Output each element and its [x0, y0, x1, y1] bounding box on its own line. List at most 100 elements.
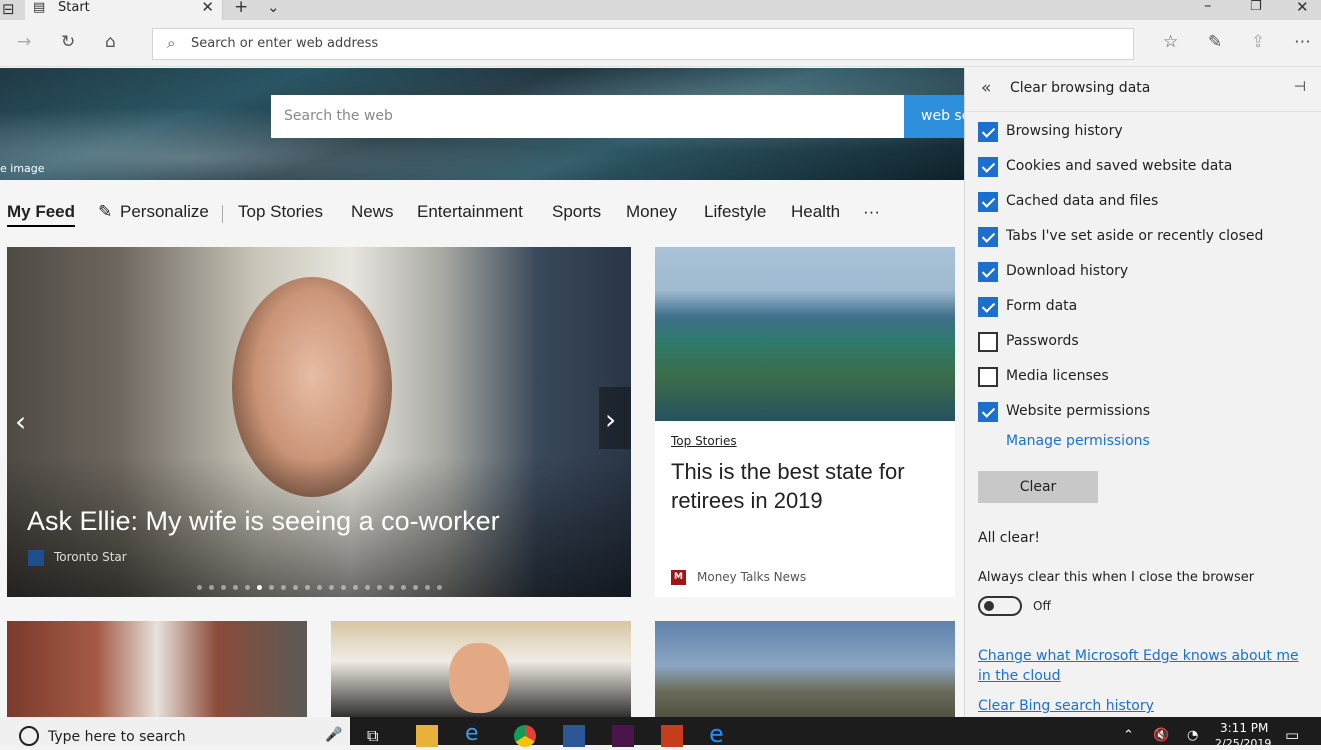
checkbox[interactable] [978, 367, 998, 387]
cloud-privacy-link[interactable]: Change what Microsoft Edge knows about m… [978, 646, 1308, 686]
back-chevron-icon[interactable]: « [981, 78, 991, 98]
file-explorer-icon[interactable] [416, 725, 438, 747]
side-story-title[interactable]: This is the best state for retirees in 2… [671, 457, 941, 515]
checkbox[interactable] [978, 157, 998, 177]
carousel-dot[interactable] [401, 585, 406, 590]
checkbox[interactable] [978, 332, 998, 352]
feed-tab-money[interactable]: Money [626, 202, 677, 222]
microphone-icon[interactable]: 🎤 [325, 727, 342, 743]
edge-icon[interactable]: e [709, 720, 731, 748]
feed-tab-lifestyle[interactable]: Lifestyle [704, 202, 766, 222]
story-thumbnail[interactable] [655, 621, 955, 717]
slack-icon[interactable] [612, 725, 634, 747]
feed-tab-news[interactable]: News [351, 202, 394, 222]
checkbox-label: Cached data and files [1006, 193, 1159, 209]
home-icon[interactable]: ⌂ [105, 32, 116, 52]
show-hidden-icons[interactable]: ⌃ [1123, 728, 1134, 743]
carousel-prev-icon[interactable]: ‹ [15, 405, 26, 438]
carousel-dot[interactable] [389, 585, 394, 590]
panel-title: Clear browsing data [1010, 80, 1151, 96]
pin-icon[interactable]: ⊣ [1294, 79, 1306, 95]
carousel-next-icon[interactable]: › [599, 387, 631, 449]
main-story-headline[interactable]: Ask Ellie: My wife is seeing a co-worker [27, 506, 500, 537]
side-story-category[interactable]: Top Stories [671, 434, 737, 448]
share-icon[interactable]: ⇪ [1251, 32, 1265, 52]
checkbox[interactable] [978, 297, 998, 317]
carousel-dot[interactable] [425, 585, 430, 590]
pen-icon[interactable]: ✎ [1208, 32, 1222, 52]
feed-tab-entertainment[interactable]: Entertainment [417, 202, 523, 222]
carousel-dots[interactable] [197, 575, 449, 594]
feed-more-icon[interactable]: ··· [863, 202, 880, 222]
restore-icon[interactable]: ❐ [1250, 0, 1262, 14]
money-talks-logo: M [671, 570, 686, 585]
feed-tab-health[interactable]: Health [791, 202, 840, 222]
start-page: e image Search the web web se My Feed ✎ … [0, 68, 964, 717]
web-search-input[interactable]: Search the web [271, 95, 904, 138]
carousel-dot[interactable] [305, 585, 310, 590]
clear-bing-history-link[interactable]: Clear Bing search history [978, 698, 1154, 714]
volume-muted-icon[interactable]: 🔇 [1153, 728, 1169, 743]
feed-tab-sports[interactable]: Sports [552, 202, 601, 222]
carousel-dot[interactable] [221, 585, 226, 590]
action-center-icon[interactable]: ▭ [1285, 726, 1299, 744]
carousel-dot[interactable] [245, 585, 250, 590]
carousel-dot[interactable] [317, 585, 322, 590]
carousel-dot[interactable] [281, 585, 286, 590]
carousel-dot[interactable] [329, 585, 334, 590]
carousel-dot[interactable] [197, 585, 202, 590]
clock-date[interactable]: 2/25/2019 [1215, 737, 1271, 750]
checkbox[interactable] [978, 122, 998, 142]
status-text: All clear! [978, 530, 1040, 546]
carousel-dot[interactable] [413, 585, 418, 590]
refresh-icon[interactable]: ↻ [61, 32, 75, 52]
story-thumbnail[interactable] [7, 621, 307, 717]
carousel-dot[interactable] [269, 585, 274, 590]
carousel-dot[interactable] [341, 585, 346, 590]
forward-arrow-icon[interactable]: → [17, 32, 31, 52]
carousel-dot[interactable] [437, 585, 442, 590]
manage-permissions-link[interactable]: Manage permissions [1006, 433, 1150, 449]
tab-start[interactable]: ▤ Start ✕ [25, 0, 223, 20]
clear-button[interactable]: Clear [978, 471, 1098, 503]
side-story-card[interactable]: Top Stories This is the best state for r… [655, 247, 955, 597]
favorites-icon[interactable]: ☆ [1163, 32, 1178, 52]
close-window-icon[interactable]: ✕ [1296, 0, 1309, 16]
carousel-dot[interactable] [365, 585, 370, 590]
tab-preview-chevron-icon[interactable]: ⌄ [267, 0, 280, 16]
feed-tab-my-feed[interactable]: My Feed [7, 202, 76, 227]
word-icon[interactable] [563, 725, 585, 747]
checkbox[interactable] [978, 262, 998, 282]
carousel-dot[interactable] [233, 585, 238, 590]
task-view-icon[interactable]: ⧉ [367, 726, 378, 746]
tab-list-icon[interactable]: ⊟ [2, 0, 15, 18]
internet-explorer-icon[interactable]: e [465, 721, 487, 746]
feed-tab-top-stories[interactable]: Top Stories [238, 202, 323, 222]
checkbox[interactable] [978, 402, 998, 422]
always-clear-toggle[interactable] [978, 596, 1022, 616]
carousel-dot[interactable] [209, 585, 214, 590]
tab-close-icon[interactable]: ✕ [201, 0, 214, 16]
chrome-icon[interactable] [514, 725, 536, 747]
powerpoint-icon[interactable] [661, 725, 683, 747]
hero-caption[interactable]: e image [0, 162, 45, 175]
carousel-dot[interactable] [257, 585, 262, 590]
taskbar-search-box[interactable]: Type here to search 🎤 [0, 717, 350, 746]
story-thumbnail[interactable] [331, 621, 631, 717]
checkbox[interactable] [978, 192, 998, 212]
address-bar[interactable]: ⌕ Search or enter web address [152, 28, 1134, 60]
checkbox[interactable] [978, 227, 998, 247]
new-tab-icon[interactable]: + [234, 0, 248, 17]
wifi-icon[interactable]: ◔ [1187, 728, 1198, 743]
feed-tab-personalize[interactable]: Personalize [120, 202, 209, 222]
carousel-dot[interactable] [293, 585, 298, 590]
web-search-button[interactable]: web se [904, 95, 964, 138]
more-icon[interactable]: ⋯ [1294, 32, 1311, 52]
checkbox-label: Form data [1006, 298, 1078, 314]
carousel-dot[interactable] [377, 585, 382, 590]
clock-time[interactable]: 3:11 PM [1220, 721, 1268, 735]
main-story-card[interactable]: ‹ › Ask Ellie: My wife is seeing a co-wo… [7, 247, 631, 597]
main-story-source: Toronto Star [54, 550, 127, 564]
carousel-dot[interactable] [353, 585, 358, 590]
minimize-icon[interactable]: – [1204, 0, 1212, 14]
